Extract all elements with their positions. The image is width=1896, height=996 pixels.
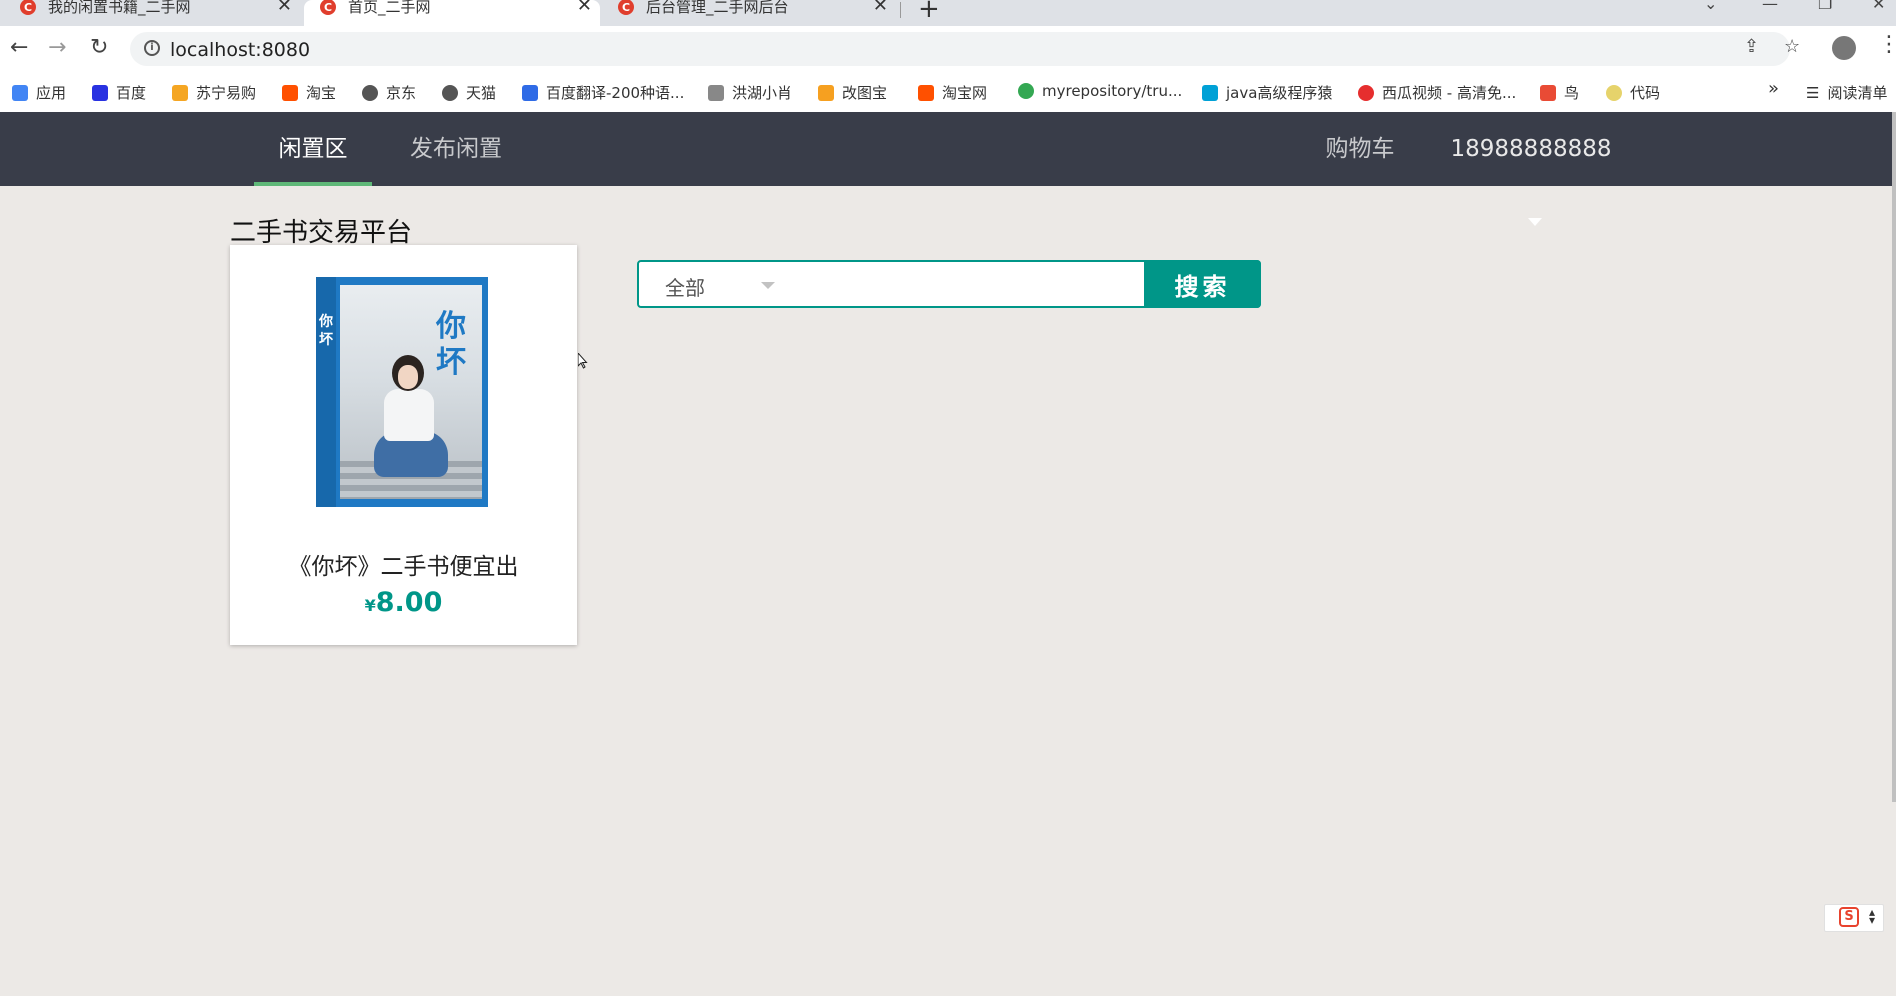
back-icon[interactable]: ← xyxy=(10,35,28,60)
close-icon[interactable]: ✕ xyxy=(277,0,292,16)
caret-down-icon xyxy=(1528,217,1542,226)
user-phone: 18988888888 xyxy=(1450,136,1612,162)
bookmark-item[interactable]: 淘宝网 xyxy=(918,82,987,103)
taobao-icon xyxy=(282,84,298,101)
share-icon[interactable]: ⇪ xyxy=(1744,36,1759,57)
page-scrollbar[interactable] xyxy=(1892,112,1896,802)
globe-icon xyxy=(442,84,458,101)
bookmark-item[interactable]: 天猫 xyxy=(442,82,496,103)
tab-title: 我的闲置书籍_二手网 xyxy=(48,0,191,16)
bookmark-item[interactable]: 苏宁易购 xyxy=(172,82,256,103)
book-cover-title: 你坏 xyxy=(436,309,466,380)
currency-symbol: ¥ xyxy=(364,596,376,615)
suning-icon xyxy=(172,84,188,101)
restore-icon[interactable]: ❐ xyxy=(1818,0,1832,13)
bookmark-item[interactable]: java高级程序猿 xyxy=(1202,82,1332,103)
browser-tab-bar: C 我的闲置书籍_二手网 ✕ C 首页_二手网 ✕ C 后台管理_二手网后台 ✕… xyxy=(0,0,1896,26)
book-spine: 你坏 xyxy=(316,277,336,507)
tab-search-icon[interactable]: ⌄ xyxy=(1704,0,1717,13)
cover-figure-face xyxy=(398,365,418,389)
bookmark-item[interactable]: 代码 xyxy=(1606,82,1660,103)
nav-idle-zone[interactable]: 闲置区 xyxy=(254,112,372,186)
site-favicon-icon: C xyxy=(20,0,36,15)
taobao-icon xyxy=(918,84,934,101)
book-spine-title: 你坏 xyxy=(319,314,333,348)
minimize-icon[interactable]: — xyxy=(1762,0,1778,13)
search-button[interactable]: 搜索 xyxy=(1144,260,1261,308)
profile-avatar[interactable] xyxy=(1832,36,1856,60)
close-window-icon[interactable]: ✕ xyxy=(1872,0,1885,13)
site-info-icon[interactable]: i xyxy=(144,40,160,56)
address-bar[interactable]: i localhost:8080 xyxy=(130,32,1790,66)
bookmark-item[interactable]: 改图宝 xyxy=(818,82,887,103)
bookmark-item[interactable]: 百度翻译-200种语... xyxy=(522,82,684,103)
bookmark-item[interactable]: 洪湖小肖 xyxy=(708,82,792,103)
close-icon[interactable]: ✕ xyxy=(873,0,888,16)
category-select-value: 全部 xyxy=(665,276,705,300)
ime-options-icon[interactable]: ▴ ▾ xyxy=(1869,906,1875,926)
bilibili-icon xyxy=(1202,84,1218,101)
forward-icon[interactable]: → xyxy=(48,35,66,60)
chevron-down-icon xyxy=(761,282,775,289)
reload-icon[interactable]: ↻ xyxy=(90,35,108,60)
chrome-icon xyxy=(1018,83,1034,99)
nav-publish[interactable]: 发布闲置 xyxy=(394,112,518,186)
product-card[interactable]: 你坏 你坏 《你坏》二手书便宜出 ¥8.00 xyxy=(230,245,577,645)
bookmark-item[interactable]: 淘宝 xyxy=(282,82,336,103)
search-bar: 全部 搜索 xyxy=(637,260,1261,308)
close-icon[interactable]: ✕ xyxy=(577,0,592,16)
site-favicon-icon: C xyxy=(320,0,336,15)
site-header: 闲置区 发布闲置 购物车 18988888888 xyxy=(0,112,1892,226)
bookmark-item[interactable]: 京东 xyxy=(362,82,416,103)
globe-icon xyxy=(362,84,378,101)
product-title[interactable]: 《你坏》二手书便宜出 xyxy=(230,547,577,581)
play-icon xyxy=(1358,84,1374,101)
image-edit-icon xyxy=(818,84,834,101)
price-value: 8.00 xyxy=(375,587,443,618)
bookmark-item[interactable]: 应用 xyxy=(12,82,66,103)
tab-divider xyxy=(900,2,901,18)
ime-toolbar[interactable]: S ▴ ▾ xyxy=(1824,904,1884,932)
tab-title: 后台管理_二手网后台 xyxy=(646,0,789,16)
browser-menu-icon[interactable]: ⋮ xyxy=(1878,32,1896,57)
reading-list-button[interactable]: ☰ 阅读清单 xyxy=(1806,82,1887,103)
user-menu[interactable]: 18988888888 xyxy=(1446,112,1616,226)
bookmark-item[interactable]: myrepository/tru... xyxy=(1018,82,1182,100)
book-cover-image[interactable]: 你坏 你坏 xyxy=(316,277,488,507)
bookmark-item[interactable]: 西瓜视频 - 高清免... xyxy=(1358,82,1516,103)
category-select[interactable]: 全部 xyxy=(639,262,789,306)
bookmark-item[interactable]: 鸟 xyxy=(1540,82,1579,103)
code-icon xyxy=(1606,84,1622,101)
bird-icon xyxy=(708,84,724,101)
bookmark-item[interactable]: 百度 xyxy=(92,82,146,103)
bookmarks-bar: 应用 百度 苏宁易购 淘宝 京东 天猫 百度翻译-200种语... 洪湖小肖 改… xyxy=(0,70,1896,113)
tab-title: 首页_二手网 xyxy=(348,0,431,16)
sogou-ime-icon: S xyxy=(1839,907,1859,927)
bookmark-star-icon[interactable]: ☆ xyxy=(1784,36,1800,57)
browser-tab[interactable]: C 后台管理_二手网后台 ✕ xyxy=(604,0,896,26)
baidu-icon xyxy=(92,84,108,101)
browser-tab-active[interactable]: C 首页_二手网 ✕ xyxy=(304,0,600,26)
new-tab-icon[interactable]: + xyxy=(918,0,940,24)
bird-icon xyxy=(1540,84,1556,101)
mouse-pointer-icon xyxy=(578,353,588,369)
search-input[interactable] xyxy=(789,262,1123,308)
more-bookmarks-icon[interactable]: » xyxy=(1768,78,1779,99)
translate-icon xyxy=(522,84,538,101)
cover-figure-body xyxy=(384,389,434,441)
book-front: 你坏 xyxy=(340,285,482,499)
browser-toolbar: ← → ↻ i localhost:8080 ⇪ ☆ ⋮ xyxy=(0,26,1896,70)
nav-cart[interactable]: 购物车 xyxy=(1310,112,1410,186)
product-price: ¥8.00 xyxy=(230,587,577,618)
browser-tab[interactable]: C 我的闲置书籍_二手网 ✕ xyxy=(0,0,300,26)
site-favicon-icon: C xyxy=(618,0,634,15)
nav-active-indicator xyxy=(254,182,372,186)
apps-grid-icon xyxy=(12,84,28,101)
page-title: 二手书交易平台 xyxy=(230,218,413,248)
reading-list-icon: ☰ xyxy=(1806,83,1820,102)
url-text: localhost:8080 xyxy=(170,39,311,61)
